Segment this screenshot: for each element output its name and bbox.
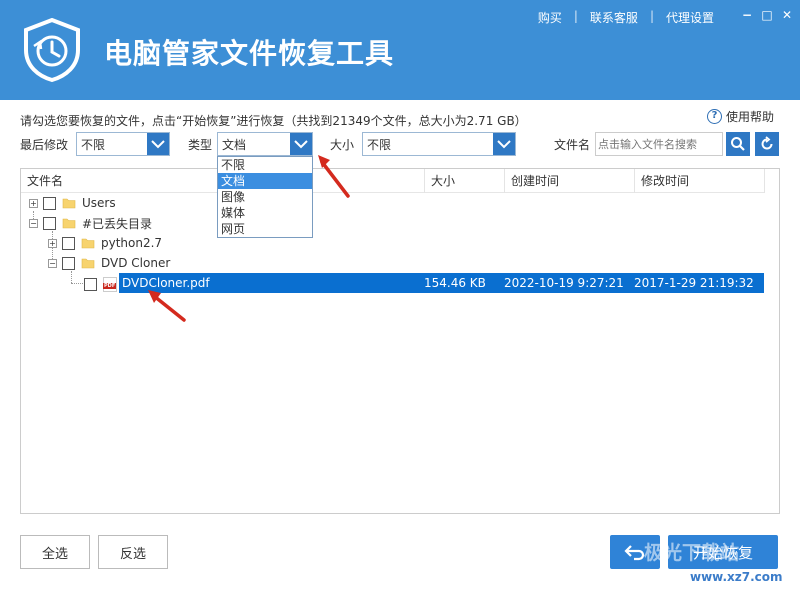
shield-clock-logo-icon xyxy=(24,18,80,82)
expand-icon[interactable]: + xyxy=(48,238,57,248)
close-icon[interactable]: ✕ xyxy=(780,8,794,22)
type-select[interactable]: 文档 xyxy=(217,132,313,156)
invert-selection-button[interactable]: 反选 xyxy=(98,535,168,569)
chevron-down-icon[interactable] xyxy=(493,133,515,155)
link-separator: | xyxy=(573,9,578,23)
selected-file-row[interactable]: DVDCloner.pdf 154.46 KB 2022-10-19 9:27:… xyxy=(119,273,764,293)
file-modified: 2017-1-29 21:19:32 xyxy=(634,276,754,290)
select-all-button[interactable]: 全选 xyxy=(20,535,90,569)
type-value: 文档 xyxy=(222,137,247,152)
tree-row-dvd-cloner[interactable]: − DVD Cloner xyxy=(48,253,170,273)
collapse-icon[interactable]: − xyxy=(48,258,57,268)
minimize-icon[interactable]: − xyxy=(740,8,754,22)
help-icon: ? xyxy=(706,109,722,124)
tree-connector xyxy=(71,283,85,284)
watermark-text: 极光下载站 xyxy=(644,542,740,564)
link-separator: | xyxy=(649,9,654,23)
tree-item-label: Users xyxy=(82,196,116,210)
file-created: 2022-10-19 9:27:21 xyxy=(504,276,624,290)
tree-item-label: #已丢失目录 xyxy=(82,216,153,231)
last-modified-label: 最后修改 xyxy=(20,138,69,152)
folder-icon xyxy=(81,258,95,269)
scan-summary: 请勾选您要恢复的文件，点击“开始恢复”进行恢复（共找到21349个文件，总大小为… xyxy=(20,114,527,128)
tree-row-python[interactable]: + python2.7 xyxy=(48,233,162,253)
tree-row-file[interactable]: PDF xyxy=(84,274,121,294)
last-modified-select[interactable]: 不限 xyxy=(76,132,170,156)
tree-item-label: python2.7 xyxy=(101,236,163,250)
pdf-file-icon: PDF xyxy=(103,276,117,292)
checkbox[interactable] xyxy=(43,216,56,230)
file-list-header: 文件名 大小 创建时间 修改时间 xyxy=(21,169,765,193)
file-list: 文件名 大小 创建时间 修改时间 + Users − #已丢失目录 + pyth… xyxy=(20,168,780,514)
proxy-settings-link[interactable]: 代理设置 xyxy=(666,9,714,26)
search-icon[interactable] xyxy=(726,132,750,156)
collapse-icon[interactable]: − xyxy=(29,218,38,228)
expand-icon[interactable]: + xyxy=(29,198,38,208)
type-option-image[interactable]: 图像 xyxy=(218,189,312,205)
pdf-icon-label: PDF xyxy=(103,282,117,289)
checkbox[interactable] xyxy=(84,277,97,291)
folder-icon xyxy=(62,218,76,229)
filename-search-input[interactable] xyxy=(595,132,723,156)
column-size[interactable]: 大小 xyxy=(425,169,505,193)
type-option-media[interactable]: 媒体 xyxy=(218,205,312,221)
size-select[interactable]: 不限 xyxy=(362,132,516,156)
folder-icon xyxy=(62,198,76,209)
file-size: 154.46 KB xyxy=(424,276,486,290)
column-modified[interactable]: 修改时间 xyxy=(635,169,765,193)
annotation-arrow-icon xyxy=(318,155,350,198)
help-label: 使用帮助 xyxy=(725,110,774,124)
refresh-icon[interactable] xyxy=(755,132,779,156)
checkbox[interactable] xyxy=(43,196,56,210)
annotation-arrow-icon xyxy=(148,290,186,322)
column-created[interactable]: 创建时间 xyxy=(505,169,635,193)
chevron-down-icon[interactable] xyxy=(290,133,312,155)
app-title: 电脑管家文件恢复工具 xyxy=(104,37,395,70)
last-modified-value: 不限 xyxy=(81,137,106,152)
type-dropdown-list: 不限 文档 图像 媒体 网页 xyxy=(217,156,313,238)
buy-link[interactable]: 购买 xyxy=(538,9,562,26)
folder-icon xyxy=(81,238,95,249)
tree-row-lost-dir[interactable]: − #已丢失目录 xyxy=(29,213,152,233)
window-controls: − □ ✕ xyxy=(740,8,794,22)
title-bar: 电脑管家文件恢复工具 购买 | 联系客服 | 代理设置 − □ ✕ xyxy=(0,0,800,100)
type-option-webpage[interactable]: 网页 xyxy=(218,221,312,237)
help-button[interactable]: ? 使用帮助 xyxy=(706,108,774,125)
checkbox[interactable] xyxy=(62,236,75,250)
watermark-url: www.xz7.com xyxy=(690,570,783,584)
chevron-down-icon[interactable] xyxy=(147,133,169,155)
type-option-any[interactable]: 不限 xyxy=(218,157,312,173)
filename-label: 文件名 xyxy=(554,138,591,152)
top-links: 购买 | 联系客服 | 代理设置 xyxy=(538,9,714,26)
tree-item-label: DVD Cloner xyxy=(101,256,171,270)
maximize-icon[interactable]: □ xyxy=(760,8,774,22)
size-value: 不限 xyxy=(367,137,392,152)
support-link[interactable]: 联系客服 xyxy=(590,9,638,26)
type-option-document[interactable]: 文档 xyxy=(218,173,312,189)
checkbox[interactable] xyxy=(62,256,75,270)
type-label: 类型 xyxy=(188,138,213,152)
tree-row-users[interactable]: + Users xyxy=(29,193,116,213)
undo-arrow-icon xyxy=(624,545,645,561)
